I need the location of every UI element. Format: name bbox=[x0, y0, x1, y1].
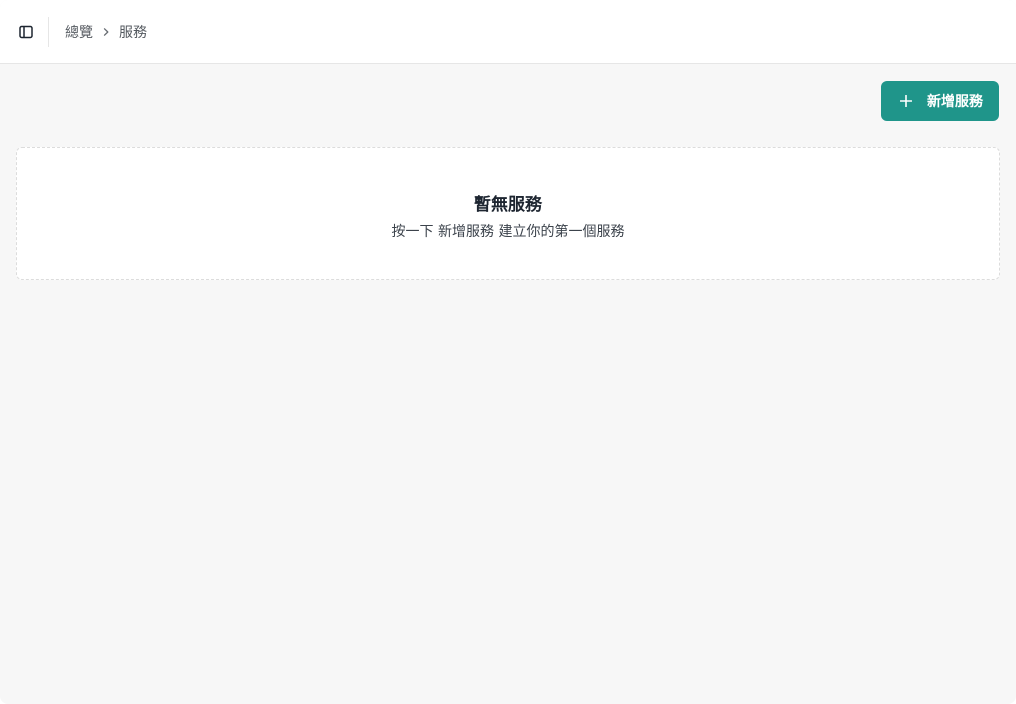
add-service-button-label: 新增服務 bbox=[927, 94, 983, 110]
empty-state-card: 暫無服務 按一下 新增服務 建立你的第一個服務 bbox=[16, 147, 1000, 280]
sidebar-toggle-button[interactable] bbox=[14, 20, 38, 44]
empty-state-title: 暫無服務 bbox=[474, 195, 542, 215]
chevron-right-icon bbox=[93, 21, 119, 43]
add-service-button[interactable]: 新增服務 bbox=[881, 81, 999, 121]
sidebar-panel-icon bbox=[19, 25, 33, 39]
empty-state-description: 按一下 新增服務 建立你的第一個服務 bbox=[391, 224, 625, 240]
breadcrumb-home-link[interactable]: 總覽 bbox=[65, 22, 93, 42]
breadcrumb-current-page: 服務 bbox=[119, 25, 147, 41]
top-bar: 總覽 服務 bbox=[0, 0, 1016, 64]
toolbar-divider bbox=[48, 17, 49, 47]
breadcrumb: 總覽 服務 bbox=[65, 21, 147, 43]
app-window: 總覽 服務 新增服務 暫無服務 按一下 新增服務 建立你的第一個服務 bbox=[0, 0, 1016, 704]
plus-icon bbox=[899, 94, 913, 108]
